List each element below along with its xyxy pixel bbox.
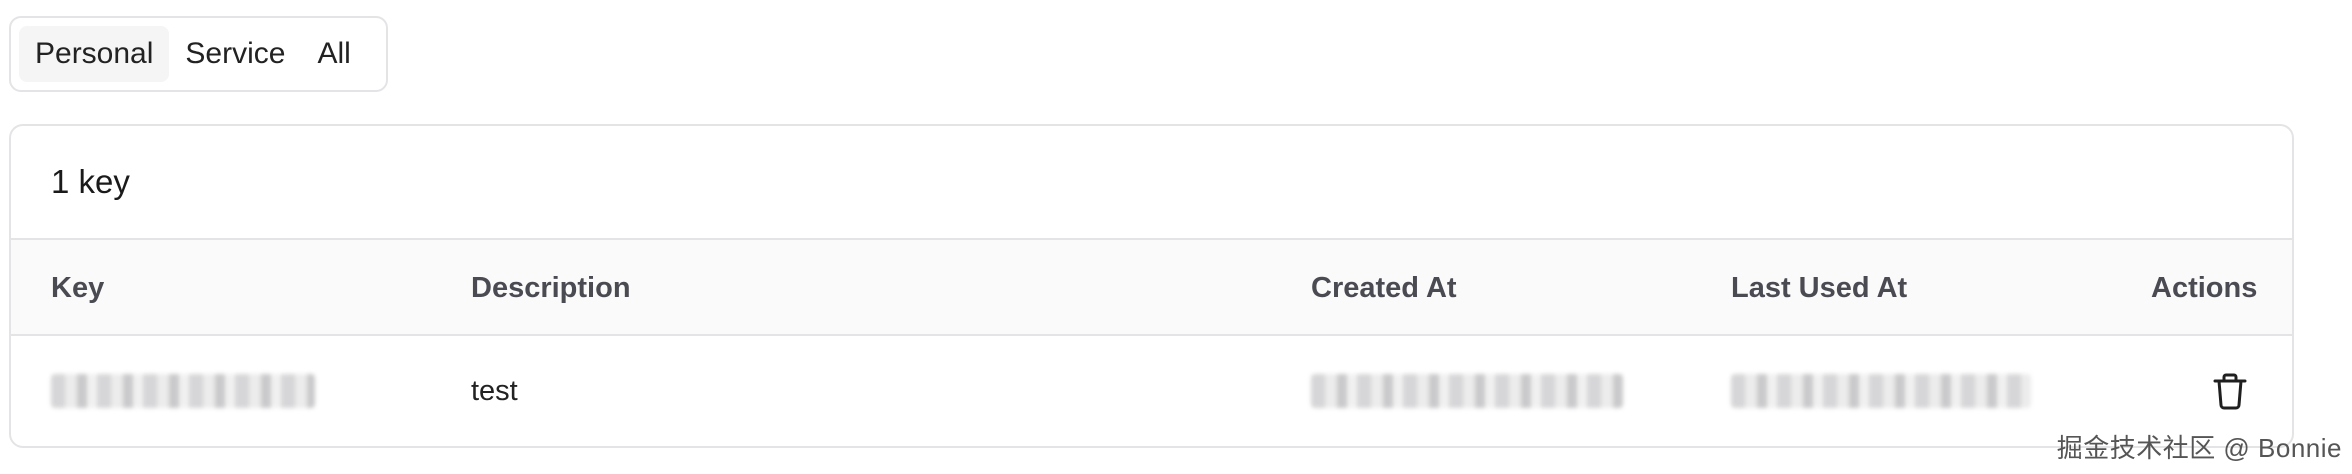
created-at-redacted xyxy=(1311,336,1623,446)
column-header-actions: Actions xyxy=(2151,271,2258,304)
trash-icon xyxy=(2213,373,2247,410)
key-value-redacted xyxy=(51,336,315,446)
key-count-title: 1 key xyxy=(11,126,2292,240)
last-used-at-redacted xyxy=(1731,336,2031,446)
key-description: test xyxy=(471,374,518,407)
api-keys-card: 1 key Key Description Created At Last Us… xyxy=(9,124,2294,448)
table-header: Key Description Created At Last Used At … xyxy=(11,240,2292,336)
tab-all[interactable]: All xyxy=(301,26,366,82)
tab-service[interactable]: Service xyxy=(169,26,301,82)
column-header-last-used-at: Last Used At xyxy=(1731,271,1908,304)
table-row: test xyxy=(11,336,2292,446)
watermark: 掘金技术社区 @ Bonnie xyxy=(2056,433,2342,463)
column-header-created-at: Created At xyxy=(1311,271,1457,304)
column-header-key: Key xyxy=(51,271,105,304)
delete-key-button[interactable] xyxy=(2207,368,2253,414)
key-scope-tabs: Personal Service All xyxy=(9,16,388,92)
tab-personal[interactable]: Personal xyxy=(19,26,170,82)
column-header-description: Description xyxy=(471,271,631,304)
